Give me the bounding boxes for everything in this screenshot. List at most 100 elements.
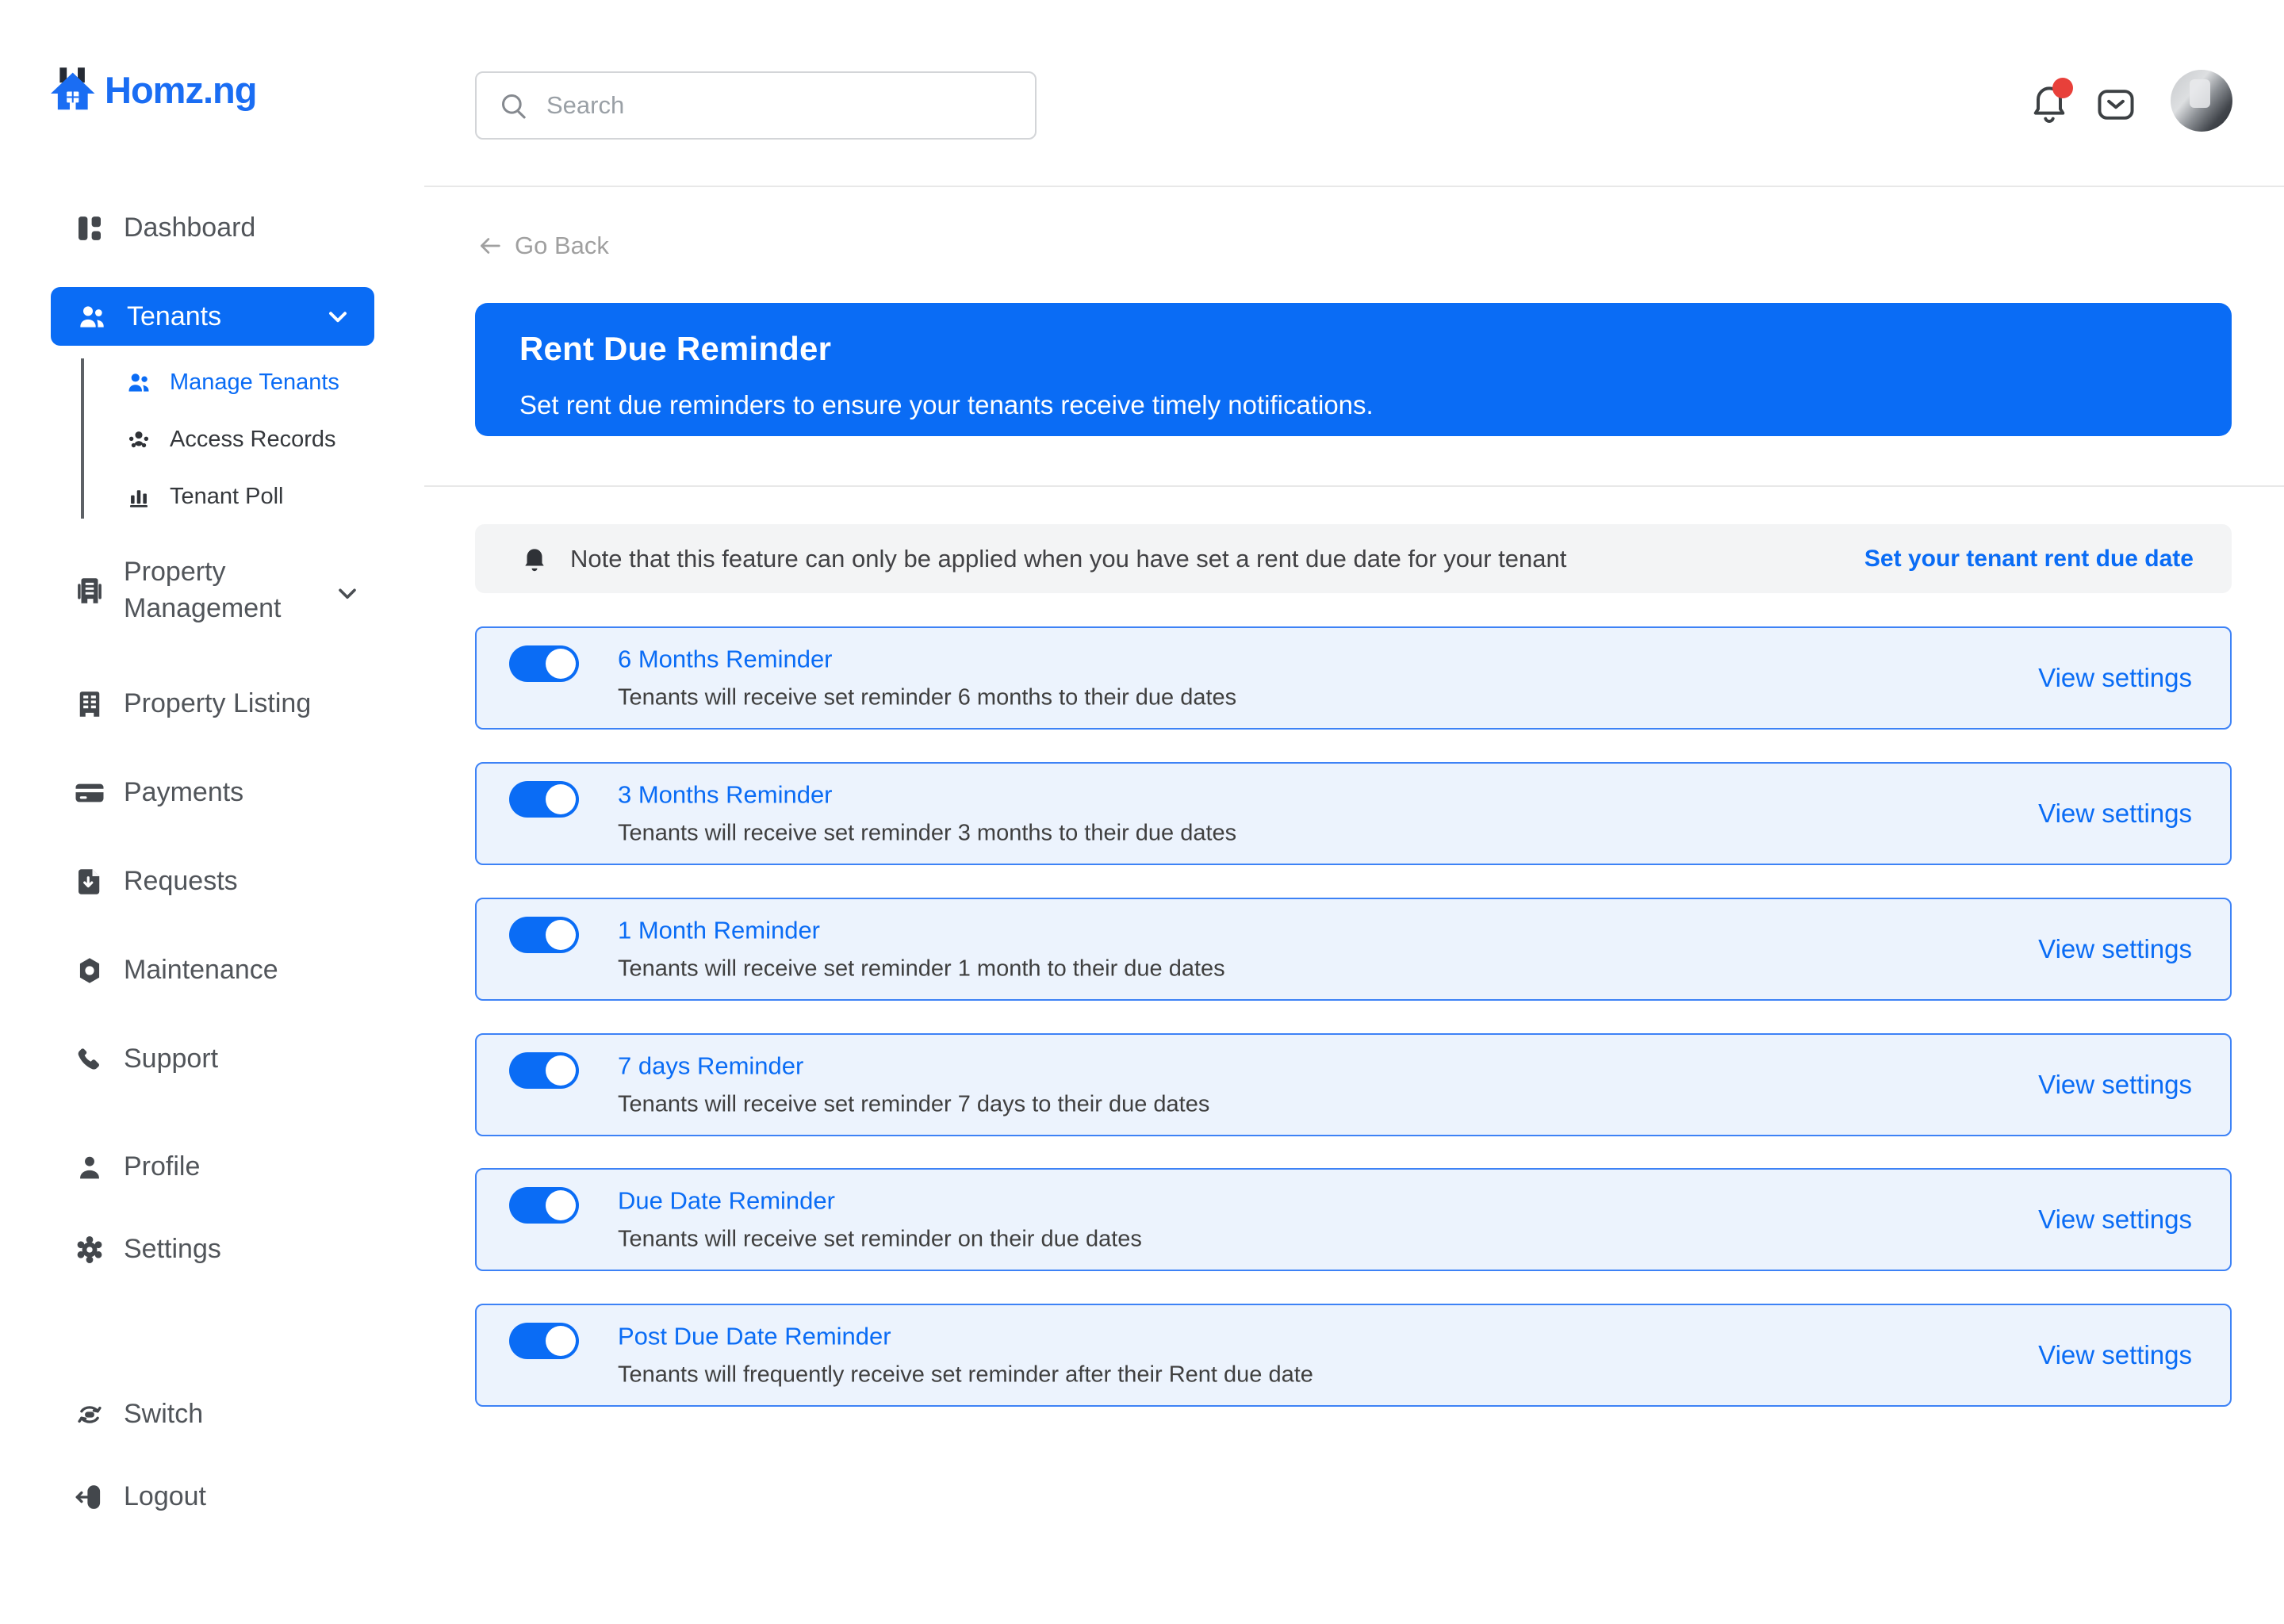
reminder-info: 6 Months Reminder Tenants will receive s… [618, 645, 1236, 711]
reminder-info: 7 days Reminder Tenants will receive set… [618, 1052, 1209, 1118]
notifications-button[interactable] [2027, 81, 2071, 125]
sidebar-item-property-listing[interactable]: Property Listing [0, 676, 424, 733]
set-rent-due-date-link[interactable]: Set your tenant rent due date [1864, 546, 2194, 573]
reminder-title: 3 Months Reminder [618, 781, 1236, 810]
reminder-title: 6 Months Reminder [618, 645, 1236, 674]
sidebar-item-support[interactable]: Support [0, 1031, 424, 1088]
view-settings-link[interactable]: View settings [2038, 663, 2192, 693]
sidebar-item-label: Property Listing [124, 686, 311, 722]
property-listing-icon [73, 688, 106, 721]
sidebar-item-access-records[interactable]: Access Records [0, 411, 424, 468]
toggle-knob [546, 1055, 576, 1086]
reminder-description: Tenants will receive set reminder 1 mont… [618, 956, 1225, 982]
sidebar-item-label: Manage Tenants [170, 370, 339, 396]
sidebar-item-tenants[interactable]: Tenants [51, 287, 374, 346]
mail-icon [2094, 82, 2138, 127]
switch-icon [73, 1398, 106, 1431]
brand-name: Homz.ng [105, 68, 256, 112]
sidebar-item-label: Tenants [127, 301, 221, 332]
page: Homz.ng Dashboard Tenants Manage Tenants… [0, 0, 2284, 1624]
view-settings-link[interactable]: View settings [2038, 934, 2192, 964]
reminder-toggle[interactable] [509, 1052, 579, 1089]
reminder-title: Due Date Reminder [618, 1187, 1142, 1216]
toggle-knob [546, 649, 576, 679]
sidebar-item-requests[interactable]: Requests [0, 853, 424, 910]
reminder-info: 3 Months Reminder Tenants will receive s… [618, 781, 1236, 847]
sidebar-item-label: Switch [124, 1396, 203, 1433]
sidebar-item-switch[interactable]: Switch [0, 1386, 424, 1443]
sidebar-item-label: Property Management [124, 554, 322, 627]
support-phone-icon [73, 1043, 106, 1076]
toggle-knob [546, 920, 576, 950]
reminder-card: 7 days Reminder Tenants will receive set… [475, 1033, 2232, 1136]
tenants-icon [125, 369, 152, 396]
reminder-info: 1 Month Reminder Tenants will receive se… [618, 917, 1225, 982]
reminder-card: Due Date Reminder Tenants will receive s… [475, 1168, 2232, 1271]
sidebar-item-label: Dashboard [124, 210, 255, 247]
reminder-description: Tenants will receive set reminder on the… [618, 1227, 1142, 1253]
property-management-icon [73, 574, 106, 607]
reminder-description: Tenants will receive set reminder 6 mont… [618, 685, 1236, 711]
sidebar-item-dashboard[interactable]: Dashboard [0, 200, 424, 257]
payments-icon [73, 776, 106, 810]
sidebar-item-profile[interactable]: Profile [0, 1139, 424, 1196]
sidebar-item-maintenance[interactable]: Maintenance [0, 942, 424, 999]
sidebar-item-label: Logout [124, 1479, 206, 1515]
view-settings-link[interactable]: View settings [2038, 1070, 2192, 1100]
reminder-toggle[interactable] [509, 781, 579, 818]
reminder-toggle[interactable] [509, 1323, 579, 1359]
reminder-toggle[interactable] [509, 645, 579, 682]
go-back-button[interactable]: Go Back [477, 232, 609, 260]
chevron-down-icon [324, 302, 352, 331]
bell-icon [519, 544, 550, 574]
toggle-knob [546, 784, 576, 814]
sidebar-item-label: Tenant Poll [170, 484, 284, 510]
reminder-description: Tenants will receive set reminder 3 mont… [618, 821, 1236, 847]
notification-badge [2052, 78, 2073, 98]
search-bar [475, 71, 1037, 140]
reminder-description: Tenants will receive set reminder 7 days… [618, 1092, 1209, 1118]
user-avatar[interactable] [2171, 70, 2232, 132]
sidebar-item-manage-tenants[interactable]: Manage Tenants [0, 354, 424, 411]
messages-button[interactable] [2094, 82, 2138, 127]
poll-icon [125, 483, 152, 510]
chevron-down-icon[interactable] [333, 579, 362, 607]
maintenance-icon [73, 954, 106, 987]
note-bar: Note that this feature can only be appli… [475, 524, 2232, 593]
reminder-card: Post Due Date Reminder Tenants will freq… [475, 1304, 2232, 1407]
toggle-knob [546, 1190, 576, 1220]
reminder-card: 6 Months Reminder Tenants will receive s… [475, 626, 2232, 730]
sidebar-item-tenant-poll[interactable]: Tenant Poll [0, 468, 424, 525]
sidebar-item-payments[interactable]: Payments [0, 764, 424, 822]
access-records-icon [125, 426, 152, 453]
reminder-toggle[interactable] [509, 917, 579, 953]
go-back-label: Go Back [515, 232, 609, 260]
reminder-title: 7 days Reminder [618, 1052, 1209, 1081]
reminder-card: 3 Months Reminder Tenants will receive s… [475, 762, 2232, 865]
sidebar-item-label: Profile [124, 1149, 200, 1185]
brand-logo[interactable]: Homz.ng [49, 67, 256, 113]
logout-icon [73, 1480, 106, 1514]
view-settings-link[interactable]: View settings [2038, 799, 2192, 829]
search-icon [497, 90, 529, 121]
tenants-icon [76, 301, 108, 332]
sidebar-item-label: Payments [124, 775, 243, 811]
search-input[interactable] [546, 91, 991, 120]
note-text: Note that this feature can only be appli… [570, 545, 1566, 573]
gear-icon [73, 1233, 106, 1266]
section-divider [424, 485, 2284, 487]
sidebar-item-settings[interactable]: Settings [0, 1221, 424, 1278]
reminder-info: Due Date Reminder Tenants will receive s… [618, 1187, 1142, 1253]
sidebar-item-logout[interactable]: Logout [0, 1469, 424, 1526]
house-logo-icon [49, 67, 98, 113]
arrow-left-icon [477, 232, 504, 259]
reminder-title: Post Due Date Reminder [618, 1323, 1313, 1351]
view-settings-link[interactable]: View settings [2038, 1205, 2192, 1235]
reminder-description: Tenants will frequently receive set remi… [618, 1362, 1313, 1388]
sidebar-item-label: Settings [124, 1231, 221, 1268]
view-settings-link[interactable]: View settings [2038, 1340, 2192, 1370]
reminder-toggle[interactable] [509, 1187, 579, 1224]
sidebar-item-label: Requests [124, 864, 238, 900]
reminder-info: Post Due Date Reminder Tenants will freq… [618, 1323, 1313, 1388]
toggle-knob [546, 1326, 576, 1356]
